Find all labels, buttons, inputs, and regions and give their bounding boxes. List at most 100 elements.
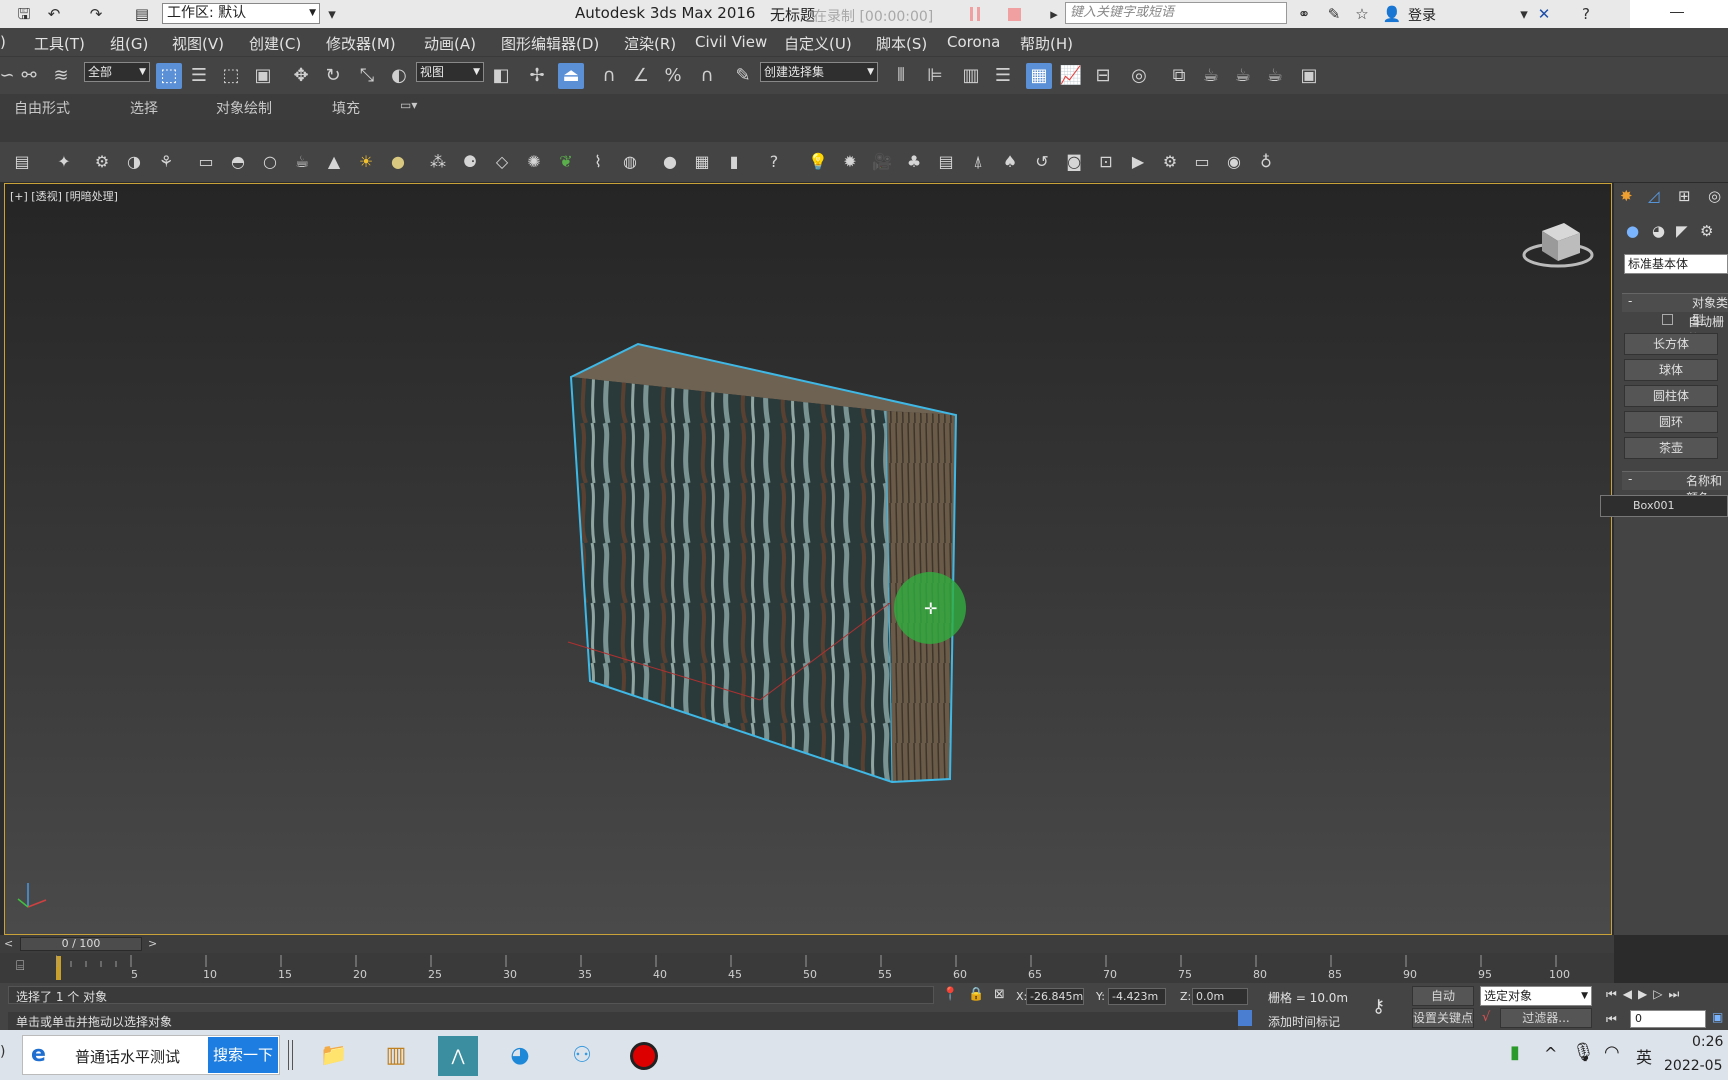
add-time-tag-text[interactable]: 添加时间标记 — [1268, 1013, 1340, 1030]
box001-object[interactable] — [569, 342, 958, 784]
goto-start-icon[interactable]: ⏮ — [1606, 1012, 1617, 1027]
save-icon[interactable]: 🖫 — [14, 4, 34, 24]
shapes-icon[interactable]: ◕ — [1652, 222, 1665, 240]
menu-scripting[interactable]: 脚本(S) — [876, 33, 927, 54]
converter-icon[interactable]: ▮ — [722, 150, 746, 174]
cameras-icon[interactable]: ⚙ — [1700, 222, 1713, 240]
y-coordinate-field[interactable]: -4.423m — [1108, 988, 1166, 1005]
mini-curve-editor-icon[interactable]: ⌸ — [16, 958, 24, 974]
current-frame-field[interactable]: 0 — [1630, 1010, 1706, 1028]
video-camera-icon[interactable]: 🎥 — [870, 150, 894, 174]
hierarchy-tab-icon[interactable]: ⊞ — [1678, 187, 1691, 205]
play-preview-icon[interactable]: ▶ — [1126, 150, 1150, 174]
edge-browser-icon[interactable]: ◕ — [500, 1036, 540, 1076]
motion-tab-icon[interactable]: ◎ — [1708, 187, 1721, 205]
key-tangent-icon[interactable]: √ — [1482, 1010, 1490, 1025]
cylinder-button[interactable]: 圆柱体 — [1624, 385, 1718, 407]
expand-arrow-icon[interactable]: ▸ — [1044, 4, 1064, 24]
proxy-icon[interactable]: ⍋ — [966, 150, 990, 174]
binoculars-icon[interactable]: ⚭ — [1294, 4, 1314, 24]
viewport-scene[interactable]: ✛ — [0, 183, 1612, 935]
playback-controls[interactable]: ⏮◀▶▷⏭ — [1606, 987, 1685, 1002]
stop-icon[interactable] — [1008, 8, 1021, 21]
sphere-button[interactable]: 球体 — [1624, 359, 1718, 381]
mirror-icon[interactable]: ⫴ — [888, 63, 914, 89]
menu-edit-partial[interactable]: ) — [0, 33, 6, 51]
microphone-icon[interactable]: 🎙 — [1572, 1042, 1595, 1063]
menu-corona[interactable]: Corona — [947, 33, 1000, 51]
teapot-icon[interactable]: ☕ — [290, 150, 314, 174]
hemisphere-icon[interactable]: ◓ — [226, 150, 250, 174]
time-config-icon[interactable]: ▣ — [1712, 1010, 1723, 1024]
time-slider-prev-icon[interactable]: < — [4, 937, 13, 950]
window-crossing-icon[interactable]: ▣ — [250, 63, 276, 89]
help-icon[interactable]: ? — [1576, 4, 1596, 24]
frame-buffer-icon[interactable]: ▤ — [934, 150, 958, 174]
customize-toolbar-icon[interactable]: ▾ — [322, 4, 342, 24]
workspace-dropdown[interactable]: 工作区: 默认 ▼ — [162, 3, 320, 24]
material-sphere-icon[interactable]: ● — [658, 150, 682, 174]
render-in-cloud-icon[interactable]: ▣ — [1296, 63, 1322, 89]
percent-snap-icon[interactable]: % — [660, 63, 686, 89]
curve-editor-icon[interactable]: 📈 — [1058, 63, 1084, 89]
snaps-toggle-icon[interactable]: ∩ — [596, 63, 622, 89]
3ds-max-app-icon[interactable]: ⋀ — [438, 1036, 478, 1076]
sphere-icon[interactable]: ○ — [258, 150, 282, 174]
time-slider-next-icon[interactable]: > — [148, 937, 157, 950]
archive-app-icon[interactable]: ▥ — [376, 1036, 416, 1076]
redo-icon[interactable]: ↷ — [86, 4, 106, 24]
auto-key-button[interactable]: 自动 — [1412, 986, 1474, 1006]
pivot-center-icon[interactable]: ◧ — [488, 63, 514, 89]
cone-icon[interactable]: ▲ — [322, 150, 346, 174]
toggle-ribbon-icon[interactable]: ☰ — [990, 63, 1016, 89]
light-bulb-icon[interactable]: 💡 — [806, 150, 830, 174]
align-icon[interactable]: ⊫ — [922, 63, 948, 89]
ribbon-tab-object-paint[interactable]: 对象绘制 — [216, 98, 272, 118]
place-icon[interactable]: ◐ — [386, 63, 412, 89]
menu-civil-view[interactable]: Civil View — [695, 33, 767, 51]
ribbon-tab-selection[interactable]: 选择 — [130, 98, 158, 118]
wifi-icon[interactable]: ◠ — [1604, 1042, 1620, 1063]
menu-graph-editors[interactable]: 图形编辑器(D) — [501, 33, 599, 54]
ribbon-options-icon[interactable]: ▭▾ — [400, 98, 417, 112]
menu-group[interactable]: 组(G) — [110, 33, 148, 54]
scale-icon[interactable]: ⤡ — [354, 63, 380, 89]
named-selection-set-dropdown[interactable]: 创建选择集 ▼ — [760, 62, 878, 82]
rendered-frame-window-icon[interactable]: ☕ — [1198, 63, 1224, 89]
meeting-app-icon[interactable]: ⚇ — [562, 1036, 602, 1076]
isolate-selection-icon[interactable]: 📍 — [942, 987, 958, 1002]
render-iterative-icon[interactable]: ☕ — [1262, 63, 1288, 89]
torus-button[interactable]: 圆环 — [1624, 411, 1718, 433]
help-circle-icon[interactable]: ? — [762, 150, 786, 174]
selection-lock-icon[interactable]: 🔒 — [968, 987, 984, 1002]
bind-spacewarp-icon[interactable]: ≋ — [48, 63, 74, 89]
render-production-icon[interactable]: ☕ — [1230, 63, 1256, 89]
material-editor-icon[interactable]: ◎ — [1126, 63, 1152, 89]
clock-time[interactable]: 0:26 — [1692, 1034, 1723, 1050]
sky-sphere-icon[interactable]: ● — [386, 150, 410, 174]
user-icon[interactable]: 👤 — [1382, 4, 1402, 24]
scatter-icon[interactable]: ⚈ — [458, 150, 482, 174]
start-button-partial[interactable]: ) — [0, 1044, 5, 1060]
render-region-icon[interactable]: ◙ — [1062, 150, 1086, 174]
reference-coordinate-dropdown[interactable]: 视图 ▼ — [416, 62, 484, 82]
file-explorer-icon[interactable]: 📁 — [314, 1036, 354, 1076]
particle-grid-icon[interactable]: ⁂ — [426, 150, 450, 174]
time-slider-handle[interactable]: 0 / 100 — [20, 937, 142, 951]
render-setup-icon[interactable]: ⧉ — [1166, 63, 1192, 89]
set-key-button[interactable]: 设置关键点 — [1412, 1008, 1474, 1028]
ribbon-tab-populate[interactable]: 填充 — [332, 98, 360, 118]
keyboard-shortcut-override-icon[interactable]: ⏏ — [558, 63, 584, 89]
communication-icon[interactable]: ✎ — [1324, 4, 1344, 24]
angle-snap-icon[interactable]: ∠ — [628, 63, 654, 89]
undo-icon[interactable]: ↶ — [44, 4, 64, 24]
move-icon[interactable]: ✥ — [288, 63, 314, 89]
schematic-view-icon[interactable]: ⊟ — [1090, 63, 1116, 89]
spacewarp-icon[interactable]: ◑ — [122, 150, 146, 174]
edit-named-selection-icon[interactable]: ✎ — [730, 63, 756, 89]
absolute-mode-icon[interactable]: ⊠ — [994, 987, 1005, 1002]
menu-rendering[interactable]: 渲染(R) — [624, 33, 676, 54]
exchange-x-icon[interactable]: ✕ — [1534, 4, 1554, 24]
x-coordinate-field[interactable]: -26.845m — [1026, 988, 1084, 1005]
displacement-icon[interactable]: ◍ — [618, 150, 642, 174]
